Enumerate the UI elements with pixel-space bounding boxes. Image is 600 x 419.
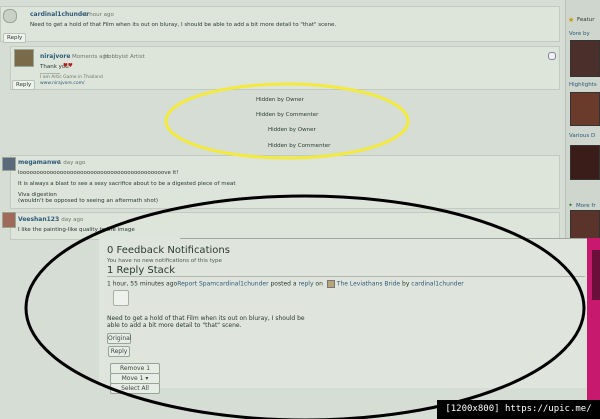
comment-text: I like the painting-like quality to the … [18,227,135,233]
select-all-button[interactable]: Select All [110,383,160,394]
meta-user-link[interactable]: cardinal1chunder [216,281,268,288]
panel-top-border [180,238,587,239]
comment-text: Need to get a hold of that Film when its… [30,22,337,28]
edit-icon[interactable] [548,52,556,60]
comment-time: 1 day ago [56,217,84,223]
sidebar-more-from[interactable]: More fr [576,203,596,209]
star-icon: ★ [568,16,575,24]
comment-text: It is always a blast to see a sexy sacri… [18,181,236,187]
author-link[interactable]: cardinal1chunder [411,281,463,288]
sidebar-highlights[interactable]: Highlights [569,82,597,88]
comment-text: looooooooooooooooooooooooooooooooooooooo… [18,170,179,176]
avatar[interactable] [2,157,16,171]
reply-stack-divider [107,276,585,277]
sidebar-thumbnail[interactable] [570,40,600,77]
comment-time: 1 day ago [58,160,86,166]
sidebar-thumbnail[interactable] [570,145,600,180]
meta-time: 1 hour, 55 minutes ago [107,280,178,288]
hidden-by-commenter: Hidden by Commenter [256,112,319,118]
sidebar-vore-by[interactable]: Vore by [569,31,590,37]
notification-meta: 1 hour, 55 minutes agoReport Spamcardina… [107,280,464,288]
comment-author[interactable]: cardinal1chunder [30,11,89,18]
hearts: ♥♥ [63,63,73,69]
hidden-by-commenter: Hidden by Commenter [268,143,331,149]
sidebar-various[interactable]: Various D [569,133,595,139]
leaf-icon: ✦ [568,202,574,209]
feedback-subtitle: You have no new notifications of this ty… [107,258,222,264]
avatar[interactable] [14,49,34,67]
meta-posted: posted a [268,280,299,288]
hidden-by-owner: Hidden by Owner [256,97,304,103]
avatar[interactable] [2,212,16,228]
notification-body: able to add a bit more detail to "that" … [107,322,242,329]
signature-divider [40,73,60,74]
reply-button[interactable]: Reply [108,346,130,357]
comment-author[interactable]: Veeshan123 [18,216,59,223]
hidden-by-owner: Hidden by Owner [268,127,316,133]
reply-button[interactable]: Reply [12,80,36,90]
meta-reply-link[interactable]: reply [298,281,313,288]
dark-strip [592,250,600,300]
comment-card [10,212,560,240]
comment-time: 1 hour ago [84,12,114,18]
meta-by: by [400,280,412,288]
comment-role: Hobbyist Artist [104,54,145,60]
watermark: [1200x800] https://upic.me/ [437,400,600,419]
avatar[interactable] [3,9,17,23]
feedback-title: 0 Feedback Notifications [107,245,230,256]
avatar-placeholder[interactable] [113,290,129,306]
signature-line-1: I am Artic Game in Thailand [40,75,103,80]
comment-author[interactable]: megamanwe [18,159,61,166]
comment-author[interactable]: nirajvore [40,53,70,60]
signature-link[interactable]: www.nirajvore.com/ [40,81,85,86]
sidebar-featured-label: Featur [577,17,595,23]
original-button[interactable]: Original [107,333,131,344]
report-spam-link[interactable]: Report Spam [177,281,216,288]
comment-text: (wouldn't be opposed to seeing an afterm… [18,198,159,204]
deviation-link[interactable]: The Leviathans Bride [337,281,400,288]
sidebar-thumbnail[interactable] [570,92,600,126]
reply-button[interactable]: Reply [3,33,27,43]
comment-card [10,46,560,90]
meta-on: on [313,280,325,288]
reply-stack-title: 1 Reply Stack [107,265,176,276]
deviation-icon [326,280,335,288]
notification-body: Need to get a hold of that Film when its… [107,315,305,322]
sidebar-thumbnail[interactable] [570,210,600,240]
